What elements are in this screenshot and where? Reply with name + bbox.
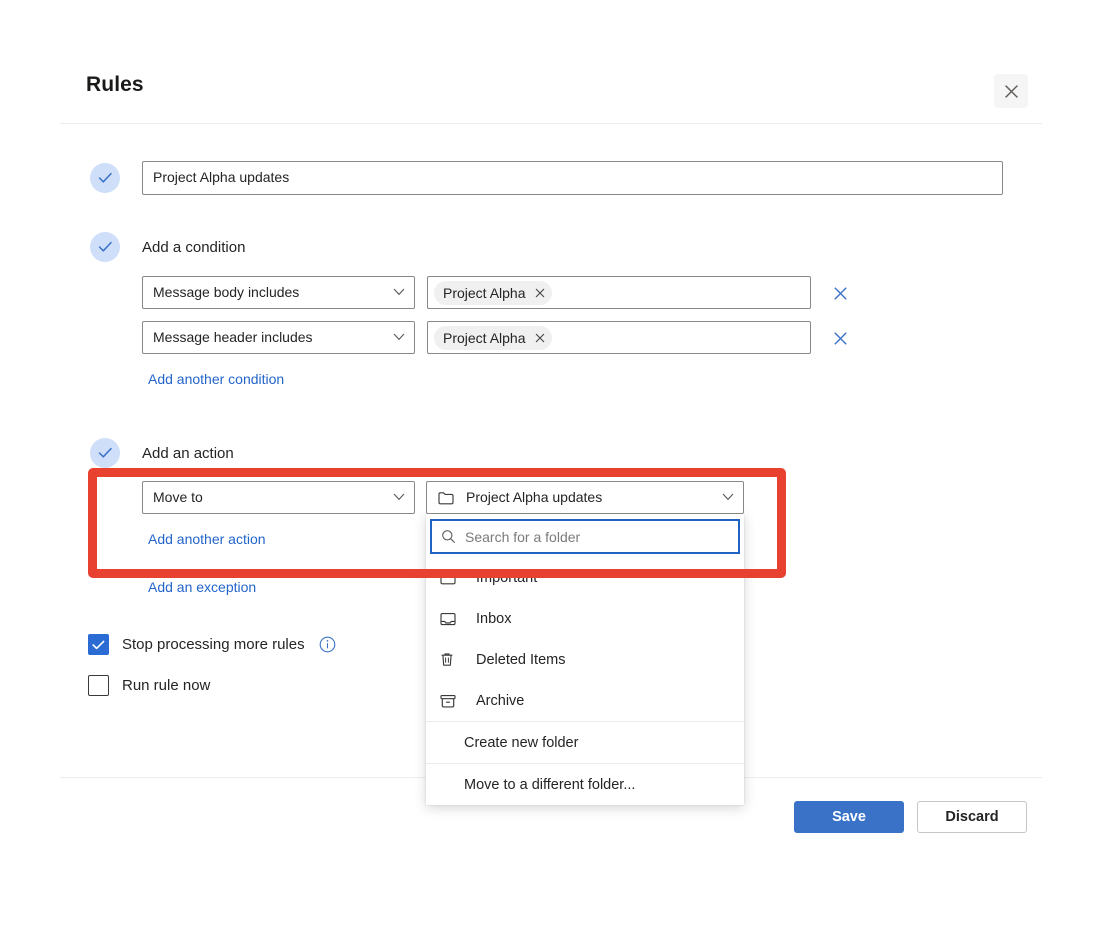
close-icon (535, 333, 544, 343)
check-icon (98, 241, 112, 252)
rule-name-value: Project Alpha updates (153, 169, 290, 185)
action-status-icon (90, 438, 120, 468)
condition-status-icon (90, 232, 120, 262)
stop-processing-row: Stop processing more rules (88, 634, 336, 655)
add-exception-link[interactable]: Add an exception (148, 579, 256, 595)
folder-search-input[interactable]: Search for a folder (430, 519, 740, 554)
close-icon (833, 286, 847, 300)
chevron-down-icon (393, 288, 405, 296)
folder-option-label: Deleted Items (476, 651, 566, 668)
archive-icon (440, 694, 462, 708)
rule-name-status-icon (90, 163, 120, 193)
info-icon[interactable] (319, 636, 336, 653)
folder-search-placeholder: Search for a folder (465, 528, 581, 545)
add-another-condition-link[interactable]: Add another condition (148, 371, 284, 387)
folder-option-label: Archive (476, 692, 525, 709)
remove-condition-button-1[interactable] (831, 329, 849, 347)
folder-dropdown-panel: Search for a folder Important Inbox Dele… (426, 514, 744, 805)
move-to-different-folder-option[interactable]: Move to a different folder... (426, 764, 744, 805)
folder-icon (438, 491, 454, 510)
folder-option-deleted-items[interactable]: Deleted Items (426, 639, 744, 680)
close-icon (833, 331, 847, 345)
remove-condition-button-0[interactable] (831, 284, 849, 302)
chevron-down-icon (393, 333, 405, 341)
add-another-action-link[interactable]: Add another action (148, 531, 266, 547)
remove-tag-button-1[interactable] (535, 333, 545, 343)
stop-processing-checkbox[interactable] (88, 634, 109, 655)
action-type-value-0: Move to (153, 489, 203, 505)
check-icon (92, 640, 105, 649)
dialog-header: Rules (60, 60, 1042, 124)
run-rule-now-row: Run rule now (88, 675, 210, 696)
close-button[interactable] (994, 74, 1028, 108)
condition-type-select-1[interactable]: Message header includes (142, 321, 415, 354)
rule-name-input[interactable]: Project Alpha updates (142, 161, 1003, 195)
check-icon (98, 447, 112, 458)
page-title: Rules (86, 73, 144, 96)
action-folder-value: Project Alpha updates (466, 489, 603, 505)
folder-option-label: Important (476, 569, 538, 586)
condition-type-value-1: Message header includes (153, 329, 313, 345)
trash-icon (440, 652, 462, 667)
folder-option-label: Inbox (476, 610, 512, 627)
search-icon (441, 529, 456, 544)
condition-type-select-0[interactable]: Message body includes (142, 276, 415, 309)
chevron-down-icon (393, 493, 405, 501)
folder-option-archive[interactable]: Archive (426, 680, 744, 721)
run-rule-now-checkbox[interactable] (88, 675, 109, 696)
condition-tag-label-0: Project Alpha (443, 285, 526, 301)
folder-icon (440, 571, 462, 585)
action-folder-select[interactable]: Project Alpha updates (426, 481, 744, 514)
action-section-label: Add an action (142, 445, 234, 462)
check-icon (98, 172, 112, 183)
chevron-down-icon (722, 493, 734, 501)
condition-section-label: Add a condition (142, 239, 246, 256)
discard-button[interactable]: Discard (917, 801, 1027, 833)
run-rule-now-label: Run rule now (122, 677, 211, 694)
condition-type-value-0: Message body includes (153, 284, 300, 300)
inbox-icon (440, 612, 462, 626)
condition-tag-1: Project Alpha (434, 326, 552, 350)
save-button[interactable]: Save (794, 801, 904, 833)
condition-value-field-0[interactable]: Project Alpha (427, 276, 811, 309)
action-type-select-0[interactable]: Move to (142, 481, 415, 514)
remove-tag-button-0[interactable] (535, 288, 545, 298)
stop-processing-label: Stop processing more rules (122, 636, 305, 653)
folder-option-important[interactable]: Important (426, 557, 744, 598)
condition-tag-0: Project Alpha (434, 281, 552, 305)
header-divider (60, 123, 1042, 124)
folder-option-inbox[interactable]: Inbox (426, 598, 744, 639)
condition-tag-label-1: Project Alpha (443, 330, 526, 346)
close-icon (1004, 84, 1018, 98)
rules-dialog: Rules Project Alpha updates Add a condit… (0, 0, 1102, 952)
condition-value-field-1[interactable]: Project Alpha (427, 321, 811, 354)
close-icon (535, 288, 544, 298)
create-new-folder-option[interactable]: Create new folder (426, 722, 744, 763)
